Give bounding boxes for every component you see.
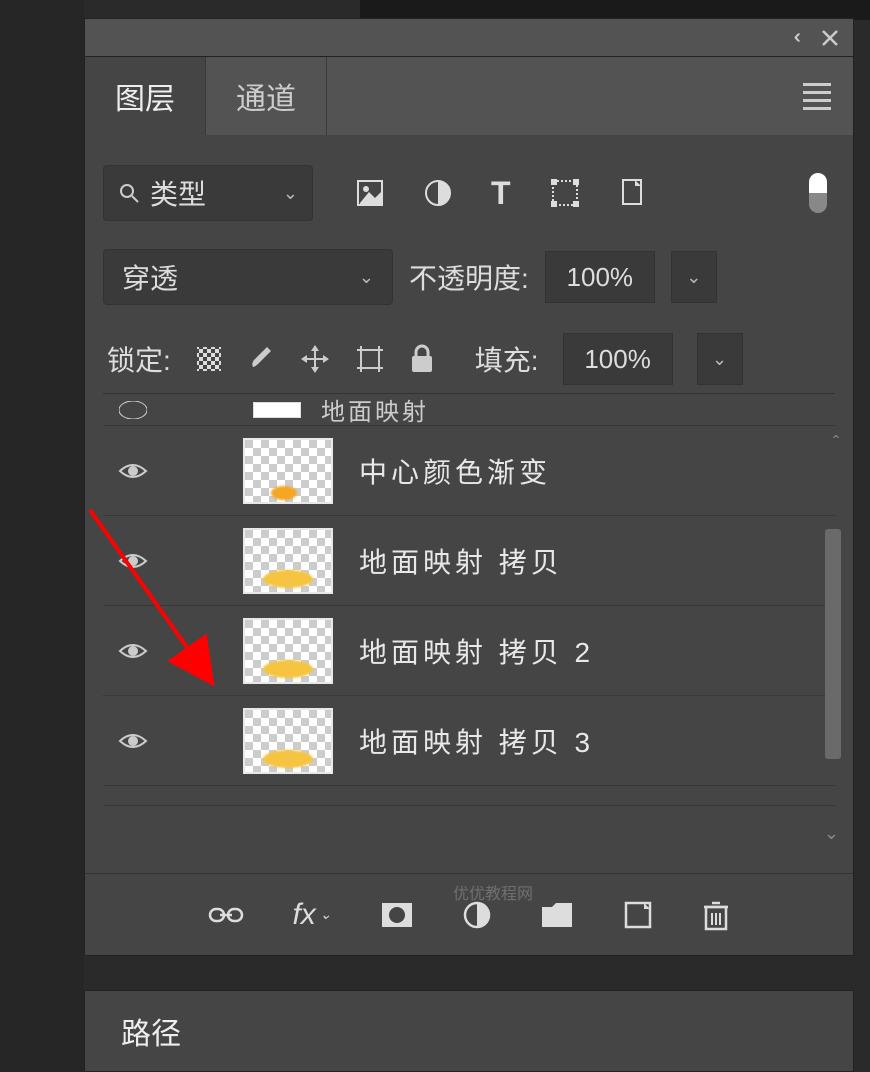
paths-label: 路径 <box>121 1009 181 1053</box>
panel-menu-icon[interactable] <box>803 83 831 110</box>
filter-text-icon[interactable]: T <box>491 175 511 212</box>
layer-row[interactable]: 地面映射 拷贝 2 <box>103 606 835 696</box>
lock-artboard-icon[interactable] <box>355 344 385 374</box>
layer-thumbnail <box>253 402 301 418</box>
layer-list: 地面映射 中心颜色渐变 地面映射 拷贝 <box>103 393 835 806</box>
visibility-icon[interactable] <box>118 461 148 481</box>
lock-label: 锁定: <box>107 339 171 379</box>
layer-name[interactable]: 中心颜色渐变 <box>359 451 551 491</box>
search-icon <box>118 182 140 204</box>
layer-row <box>103 786 835 806</box>
visibility-icon[interactable] <box>118 731 148 751</box>
fill-chevron[interactable]: ⌄ <box>697 333 743 385</box>
filter-type-select[interactable]: 类型 ⌄ <box>103 165 313 221</box>
chevron-down-icon: ⌄ <box>283 183 298 204</box>
lock-brush-icon[interactable] <box>247 345 275 373</box>
mask-icon[interactable] <box>380 901 414 929</box>
fill-input[interactable]: 100% <box>563 333 673 385</box>
scroll-down-icon[interactable]: ⌄ <box>824 823 839 844</box>
layer-name[interactable]: 地面映射 拷贝 2 <box>359 631 594 671</box>
layer-thumbnail <box>243 618 333 684</box>
layer-name[interactable]: 地面映射 拷贝 <box>359 541 563 581</box>
lock-position-icon[interactable] <box>299 343 331 375</box>
opacity-label: 不透明度: <box>409 257 529 297</box>
fx-icon[interactable]: fx⌄ <box>292 898 331 932</box>
lock-transparency-icon[interactable] <box>195 345 223 373</box>
paths-panel-tab[interactable]: 路径 <box>84 990 854 1072</box>
collapse-icon[interactable]: ‹‹ <box>794 26 795 49</box>
blend-mode-select[interactable]: 穿透 ⌄ <box>103 249 393 305</box>
blend-mode-value: 穿透 <box>122 257 178 297</box>
layer-name[interactable]: 地面映射 <box>321 392 429 427</box>
filter-toggle[interactable] <box>809 173 827 213</box>
chevron-down-icon: ⌄ <box>359 267 374 288</box>
filter-adjustment-icon[interactable] <box>423 178 453 208</box>
layer-footer: fx⌄ 优优教程网 <box>85 873 853 955</box>
layer-name[interactable]: 地面映射 拷贝 3 <box>359 721 594 761</box>
close-icon[interactable] <box>819 27 841 49</box>
filter-label: 类型 <box>150 173 206 213</box>
trash-icon[interactable] <box>702 899 730 931</box>
opacity-chevron[interactable]: ⌄ <box>671 251 717 303</box>
fill-label: 填充: <box>475 339 539 379</box>
layers-panel: ‹‹ 图层 通道 类型 ⌄ <box>84 18 854 956</box>
folder-icon[interactable] <box>540 901 574 929</box>
tab-layers[interactable]: 图层 <box>85 57 206 135</box>
link-icon[interactable] <box>208 905 244 925</box>
layer-row[interactable]: 地面映射 拷贝 3 <box>103 696 835 786</box>
layer-row[interactable]: 地面映射 拷贝 <box>103 516 835 606</box>
visibility-icon[interactable] <box>118 551 148 571</box>
lock-all-icon[interactable] <box>409 344 435 374</box>
filter-smart-icon[interactable] <box>619 178 649 208</box>
adjustment-icon[interactable] <box>462 900 492 930</box>
scrollbar-thumb[interactable] <box>825 529 841 759</box>
opacity-input[interactable]: 100% <box>545 251 655 303</box>
watermark: 优优教程网 <box>453 880 533 904</box>
layer-row[interactable]: 地面映射 <box>103 394 835 426</box>
new-layer-icon[interactable] <box>622 899 654 931</box>
tab-channels[interactable]: 通道 <box>206 57 327 135</box>
filter-shape-icon[interactable] <box>549 177 581 209</box>
filter-pixel-icon[interactable] <box>355 178 385 208</box>
visibility-icon[interactable] <box>118 641 148 661</box>
layer-thumbnail <box>243 438 333 504</box>
layer-row[interactable]: 中心颜色渐变 <box>103 426 835 516</box>
visibility-icon[interactable] <box>119 401 147 419</box>
layer-thumbnail <box>243 528 333 594</box>
scroll-up-icon[interactable]: ˆ <box>833 433 839 454</box>
layer-thumbnail <box>243 708 333 774</box>
